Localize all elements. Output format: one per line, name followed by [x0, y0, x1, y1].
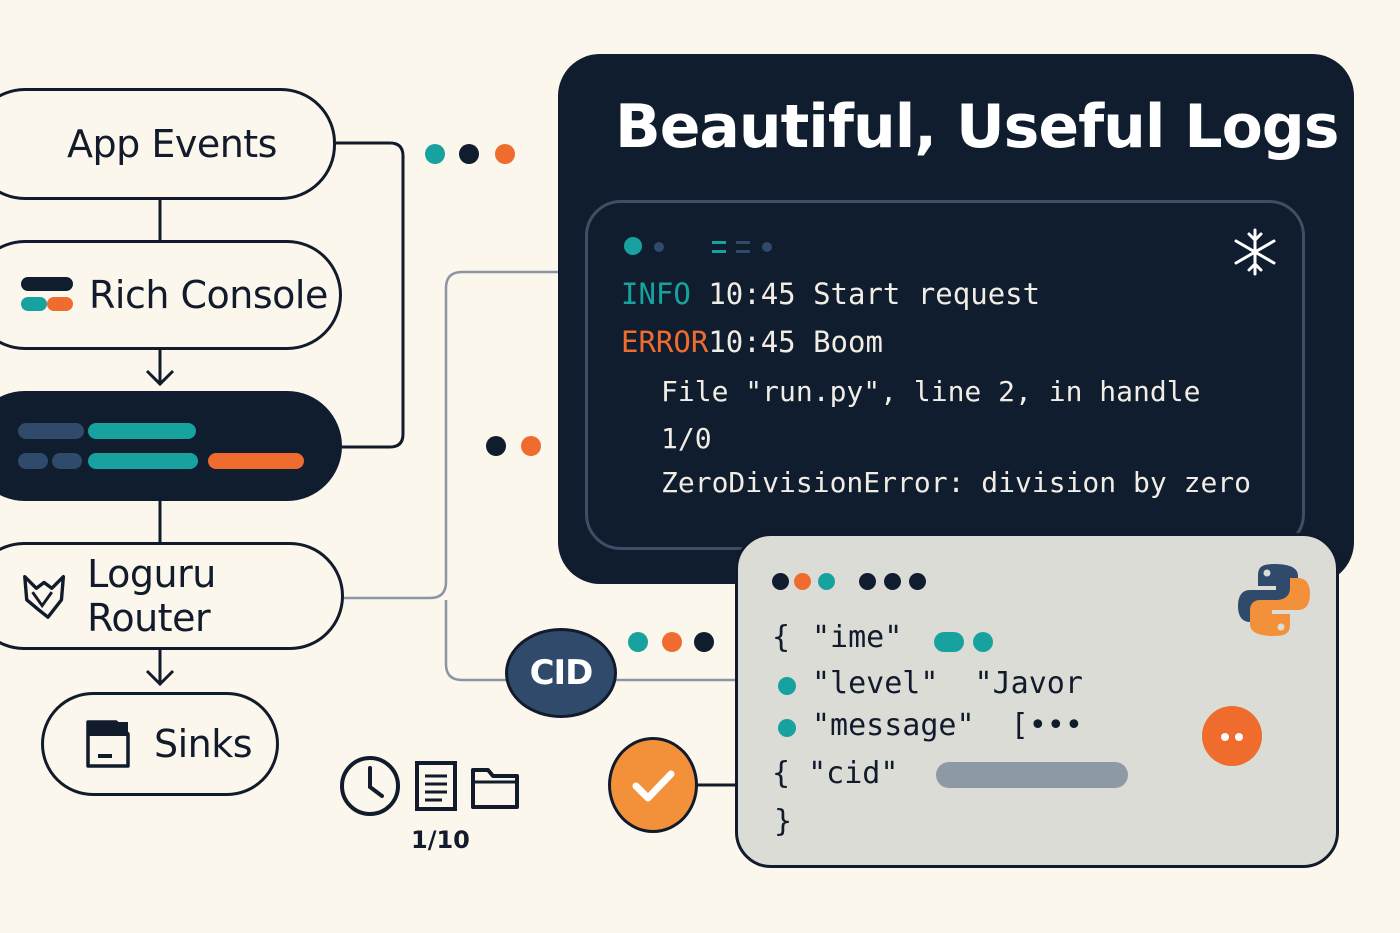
- rich-console-node: Rich Console: [0, 240, 342, 350]
- check-icon: [632, 770, 675, 802]
- json-card: { "ime" "level" "Javor "message" [••• { …: [735, 533, 1339, 868]
- clock-icon: [340, 756, 400, 816]
- json-close-brace: }: [774, 804, 793, 839]
- drive-icon: [86, 720, 130, 768]
- dot-navy: [486, 436, 506, 456]
- log-line-info: INFO 10:45 Start request: [621, 277, 1040, 311]
- json-key-ime: "ime": [812, 620, 903, 655]
- log-line-error: ERROR10:45 Boom: [621, 325, 883, 359]
- json-cid-value-bar: [936, 762, 1128, 788]
- more-options-button[interactable]: [1202, 706, 1262, 766]
- check-badge: [608, 737, 698, 833]
- json-value-dot: [973, 632, 993, 652]
- terminal-menu-icon: [712, 241, 726, 253]
- terminal-dot-slate: [654, 242, 664, 252]
- card-dot: [884, 573, 901, 590]
- log-time: 10:45: [708, 325, 796, 359]
- sinks-label: Sinks: [154, 722, 253, 766]
- traceback-line: File "run.py", line 2, in handle: [661, 375, 1201, 408]
- terminal-menu-icon: [736, 241, 750, 253]
- dot-teal: [425, 144, 445, 164]
- console-bars-icon: [21, 277, 75, 313]
- python-logo-icon: [1238, 564, 1310, 636]
- cid-badge: CID: [505, 628, 617, 718]
- snowflake-icon: [1234, 228, 1276, 276]
- card-dot: [818, 573, 835, 590]
- json-bullet: [778, 719, 796, 737]
- json-key-cid: { "cid": [772, 756, 899, 791]
- dot-navy: [459, 144, 479, 164]
- folder-icon: [471, 768, 519, 809]
- traceback-line: ZeroDivisionError: division by zero: [661, 466, 1252, 499]
- rich-console-label: Rich Console: [89, 273, 328, 317]
- loguru-router-node: Loguru Router: [0, 542, 344, 650]
- log-bars-node: [0, 391, 342, 501]
- panel-title: Beautiful, Useful Logs: [615, 92, 1339, 162]
- more-dot: [1221, 733, 1229, 741]
- dot-orange: [662, 632, 682, 652]
- rotation-label: 1/10: [411, 826, 470, 854]
- dot-navy: [694, 632, 714, 652]
- json-open-brace: {: [772, 620, 791, 655]
- dot-orange: [495, 144, 515, 164]
- terminal-dot-teal: [624, 237, 642, 255]
- json-value-dot: [934, 632, 964, 652]
- json-key-level: "level" "Javor: [812, 666, 1083, 701]
- card-dot: [859, 573, 876, 590]
- traceback-line: 1/0: [661, 422, 712, 455]
- app-events-label: App Events: [67, 122, 277, 166]
- card-dot: [794, 573, 811, 590]
- log-level-error: ERROR: [621, 325, 709, 359]
- json-bullet: [778, 677, 796, 695]
- document-icon: [415, 761, 457, 811]
- more-dot: [1235, 733, 1243, 741]
- dot-teal: [628, 632, 648, 652]
- log-level-info: INFO: [621, 277, 691, 311]
- cid-label: CID: [529, 653, 594, 693]
- sinks-node: Sinks: [41, 692, 279, 796]
- card-dot: [772, 573, 789, 590]
- terminal-dot-slate: [762, 242, 772, 252]
- loguru-router-label: Loguru Router: [87, 552, 216, 640]
- app-events-node: App Events: [0, 88, 336, 200]
- wolf-icon: [23, 575, 66, 619]
- card-dot: [909, 573, 926, 590]
- json-key-message: "message" [•••: [812, 708, 1083, 743]
- log-message: Start request: [813, 277, 1041, 311]
- log-time: 10:45: [708, 277, 796, 311]
- log-message: Boom: [813, 325, 883, 359]
- dot-orange: [521, 436, 541, 456]
